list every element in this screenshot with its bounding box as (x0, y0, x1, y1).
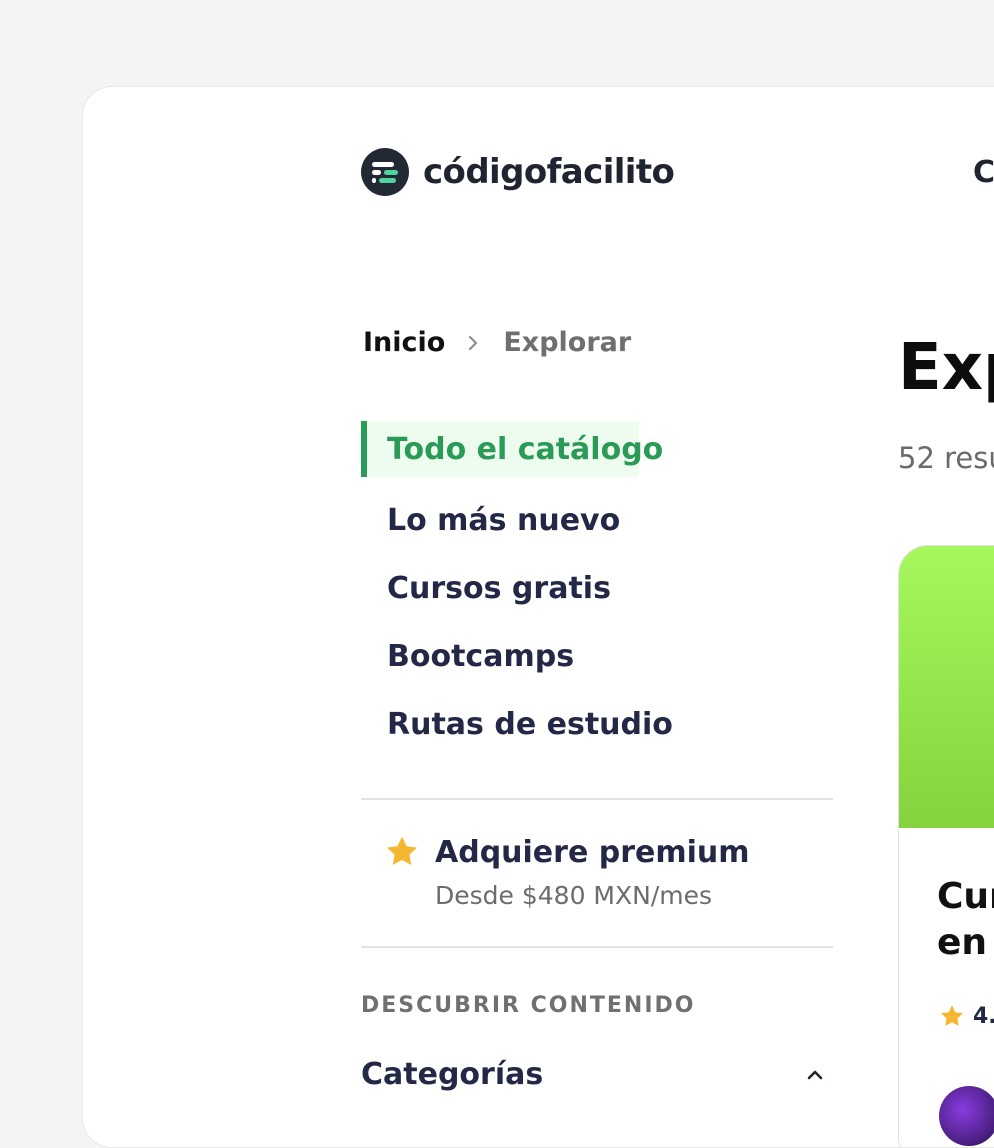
brand-name: códigofacilito (423, 152, 675, 192)
top-nav-link[interactable]: C (973, 155, 994, 190)
course-rating: 4. (939, 1004, 994, 1029)
breadcrumb-current: Explorar (503, 327, 632, 358)
sidebar-item-catalog[interactable]: Todo el catálogo (361, 421, 663, 477)
sidebar-item-free-courses[interactable]: Cursos gratis (387, 571, 611, 606)
section-label: DESCUBRIR CONTENIDO (361, 993, 696, 1018)
sidebar-item-study-paths[interactable]: Rutas de estudio (387, 707, 673, 742)
premium-link[interactable]: Adquiere premium (435, 835, 750, 870)
chevron-up-icon[interactable] (805, 1067, 825, 1086)
course-title: Cur en s (937, 876, 994, 963)
avatar (939, 1086, 994, 1146)
divider (361, 798, 833, 800)
divider (361, 946, 833, 948)
rating-value: 4. (973, 1004, 994, 1029)
sidebar-item-newest[interactable]: Lo más nuevo (387, 503, 620, 538)
premium-price: Desde $480 MXN/mes (435, 881, 713, 910)
results-count: 52 resu (898, 441, 994, 475)
course-thumbnail (899, 546, 994, 828)
chevron-right-icon (467, 334, 479, 352)
course-card[interactable]: Cur en s 4. (898, 545, 994, 1147)
sidebar-item-bootcamps[interactable]: Bootcamps (387, 639, 574, 674)
categories-toggle[interactable]: Categorías (361, 1057, 543, 1092)
page-title: Exp (898, 331, 994, 405)
logo-icon (361, 148, 409, 196)
breadcrumb-home[interactable]: Inicio (363, 327, 445, 358)
breadcrumb: Inicio Explorar (363, 327, 631, 358)
rating-star-icon (941, 1005, 963, 1027)
main-card: códigofacilito C Inicio Explorar Todo el… (82, 86, 994, 1148)
brand-logo[interactable]: códigofacilito (361, 148, 675, 196)
star-icon (384, 835, 420, 873)
